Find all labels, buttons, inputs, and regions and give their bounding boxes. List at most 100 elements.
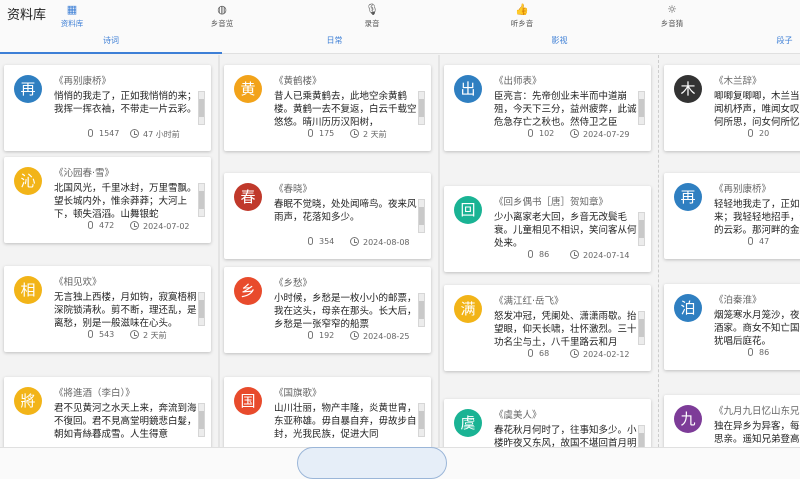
listen-count: 20 <box>748 129 769 138</box>
microphone-icon <box>528 129 533 137</box>
nav-browse[interactable]: ◍ 乡音览 <box>172 4 272 32</box>
poem-title: 《出师表》 <box>494 76 542 87</box>
scrollbar-thumb[interactable] <box>639 433 644 447</box>
timestamp: 2 天前 <box>130 330 167 341</box>
listen-count-value: 175 <box>319 129 335 138</box>
poem-avatar: 黄 <box>234 75 262 103</box>
timestamp-value: 2024-08-25 <box>363 332 410 341</box>
poem-card[interactable]: 相 《相见欢》 无言独上西楼，月如钩，寂寞梧桐深院锁清秋。剪不断，理还乱，是离愁，别… <box>4 266 211 352</box>
poem-excerpt: 山川壮丽，物产丰隆，炎黄世胄，东亚称雄。毋自暴自弃，毋故步自封，光我民族，促进大… <box>274 403 417 438</box>
excerpt-scrollbar[interactable] <box>418 199 425 233</box>
poem-card[interactable]: 再 《再别康桥》轻轻地我走了，正如我轻轻地来；我轻轻地招手，作别西天的云彩。那河畔… <box>664 173 800 259</box>
microphone-icon <box>528 250 533 258</box>
excerpt-scrollbar[interactable] <box>638 425 645 447</box>
excerpt-scrollbar[interactable] <box>418 403 425 437</box>
timestamp-value: 2024-07-14 <box>583 251 630 260</box>
poem-avatar: 相 <box>14 276 42 304</box>
clock-icon <box>570 250 579 259</box>
poem-title: 《黄鹤楼》 <box>274 76 322 87</box>
excerpt-scrollbar[interactable] <box>638 311 645 345</box>
poem-title: 《沁园春·雪》 <box>54 168 115 179</box>
scrollbar-thumb[interactable] <box>199 99 204 117</box>
microphone-icon <box>88 221 93 229</box>
excerpt-scrollbar[interactable] <box>198 183 205 217</box>
nav-listen[interactable]: 👍 听乡音 <box>472 4 572 32</box>
poem-card[interactable]: 木 《木兰辞》唧唧复唧唧，木兰当户织。不闻机杼声，唯闻女叹息。问女何所思，问女何所… <box>664 65 800 151</box>
scrollbar-thumb[interactable] <box>199 300 204 318</box>
poem-card[interactable]: 將 《將進酒（李白）》 君不见黄河之水天上来，奔流到海不復回。君不見高堂明鏡悲白髮，… <box>4 377 211 447</box>
timestamp: 2024-02-12 <box>570 349 630 359</box>
scrollbar-thumb[interactable] <box>199 411 204 429</box>
listen-count: 86 <box>748 348 769 357</box>
nav-record[interactable]: 🎙 录音 <box>322 4 422 32</box>
scrollbar-thumb[interactable] <box>419 411 424 429</box>
poem-excerpt: 怒发冲冠，凭阑处、潇潇雨歇。抬望眼，仰天长啸，壮怀激烈。三十功名尘与土，八千里路… <box>494 311 637 346</box>
excerpt-scrollbar[interactable] <box>638 212 645 246</box>
nav-guess[interactable]: ☼ 乡音猜 <box>622 4 722 32</box>
nav-library[interactable]: ▦ 资料库 <box>22 4 122 32</box>
poem-avatar: 乡 <box>234 277 262 305</box>
scrollbar-thumb[interactable] <box>419 207 424 225</box>
poem-avatar: 九 <box>674 405 702 433</box>
scrollbar-thumb[interactable] <box>639 220 644 238</box>
scrollbar-thumb[interactable] <box>419 99 424 117</box>
scrollbar-thumb[interactable] <box>639 319 644 337</box>
tab-jokes[interactable]: 段子 <box>672 30 800 54</box>
excerpt-scrollbar[interactable] <box>418 91 425 125</box>
globe-icon: ◍ <box>217 3 227 16</box>
poem-card[interactable]: 九 《九月九日忆山东兄弟》独在异乡为异客，每逢佳节倍思亲。遥知兄弟登高处，遍插茱萸… <box>664 395 800 447</box>
poem-card[interactable]: 出 《出师表》 臣亮言：先帝创业未半而中道崩殂，今天下三分，益州疲弊，此诚危急存亡之… <box>444 65 651 151</box>
tab-film[interactable]: 影视 <box>447 30 672 54</box>
excerpt-scrollbar[interactable] <box>198 292 205 326</box>
listen-count: 47 <box>748 237 769 246</box>
poem-card[interactable]: 虞 《虞美人》春花秋月何时了，往事知多少。小楼昨夜又东风，故国不堪回首月明中。 <box>444 399 651 447</box>
lightbulb-icon: ☼ <box>667 3 677 16</box>
listen-count-value: 1547 <box>99 129 120 138</box>
listen-count-value: 86 <box>539 250 550 259</box>
microphone-icon <box>308 129 313 137</box>
clock-icon <box>130 221 139 230</box>
poem-excerpt: 无言独上西楼，月如钩，寂寞梧桐深院锁清秋。剪不断，理还乱，是离愁，别是一般滋味在… <box>54 292 197 327</box>
poem-title: 《虞美人》 <box>494 410 542 421</box>
excerpt-scrollbar[interactable] <box>198 403 205 437</box>
excerpt-scrollbar[interactable] <box>198 91 205 125</box>
poem-avatar: 国 <box>234 387 262 415</box>
scrollbar-thumb[interactable] <box>419 301 424 319</box>
tab-poetry[interactable]: 诗词 <box>0 30 222 54</box>
poem-excerpt: 独在异乡为异客，每逢佳节倍思亲。遥知兄弟登高处，遍插茱萸少一人。 <box>714 421 800 445</box>
nav-label: 听乡音 <box>510 19 534 28</box>
scrollbar-thumb[interactable] <box>639 99 644 117</box>
timestamp-value: 47 小时前 <box>143 130 180 139</box>
poem-card[interactable]: 再 《再别康桥》 悄悄的我走了，正如我悄悄的来；我挥一挥衣袖，不带走一片云彩。 154… <box>4 65 211 151</box>
clock-icon <box>350 237 359 246</box>
poem-avatar: 回 <box>454 196 482 224</box>
poem-card[interactable]: 黄 《黄鹤楼》 昔人已乘黄鹤去，此地空余黄鹤楼。黄鹤一去不复返，白云千载空悠悠。晴川… <box>224 65 431 151</box>
timestamp-value: 2 天前 <box>143 331 167 340</box>
poem-avatar: 泊 <box>674 294 702 322</box>
poem-title: 《国旗歌》 <box>274 388 322 399</box>
poem-card[interactable]: 沁 《沁园春·雪》 北国风光，千里冰封，万里雪飘。望长城内外，惟余莽莽；大河上下，顿… <box>4 157 211 243</box>
poem-avatar: 满 <box>454 295 482 323</box>
poem-avatar: 春 <box>234 183 262 211</box>
listen-count: 354 <box>308 237 334 246</box>
poem-card[interactable]: 泊 《泊秦淮》烟笼寒水月笼沙，夜泊秦淮近酒家。商女不知亡国恨，隔江犹唱后庭花。 86 <box>664 284 800 370</box>
poem-title: 《回乡偶书［唐］贺知章》 <box>494 197 609 208</box>
poem-title: 《九月九日忆山东兄弟》 <box>714 406 800 417</box>
excerpt-scrollbar[interactable] <box>638 91 645 125</box>
poem-card[interactable]: 春 《春晓》 春眠不觉晓，处处闻啼鸟。夜来风雨声，花落知多少。 354 2024-08-… <box>224 173 431 259</box>
poem-title: 《乡愁》 <box>274 278 313 289</box>
nav-label: 录音 <box>364 19 380 28</box>
listen-count-value: 354 <box>319 237 335 246</box>
scrollbar-thumb[interactable] <box>199 191 204 209</box>
timestamp: 2 天前 <box>350 129 387 140</box>
listen-count: 175 <box>308 129 334 138</box>
poem-card[interactable]: 国 《国旗歌》山川壮丽，物产丰隆，炎黄世胄，东亚称雄。毋自暴自弃，毋故步自封，光我… <box>224 377 431 447</box>
clock-icon <box>570 349 579 358</box>
poem-card[interactable]: 回 《回乡偶书［唐］贺知章》 少小离家老大回，乡音无改鬓毛衰。儿童相见不相识，笑问客… <box>444 186 651 272</box>
record-button-background[interactable] <box>297 447 447 479</box>
poem-title: 《再别康桥》 <box>54 76 112 87</box>
poem-card[interactable]: 满 《满江红·岳飞》 怒发冲冠，凭阑处、潇潇雨歇。抬望眼，仰天长啸，壮怀激烈。三十功… <box>444 285 651 371</box>
excerpt-scrollbar[interactable] <box>418 293 425 327</box>
poem-card[interactable]: 乡 《乡愁》 小时候，乡愁是一枚小小的邮票，我在这头，母亲在那头。长大后，乡愁是一张… <box>224 267 431 353</box>
tab-daily[interactable]: 日常 <box>222 30 447 54</box>
